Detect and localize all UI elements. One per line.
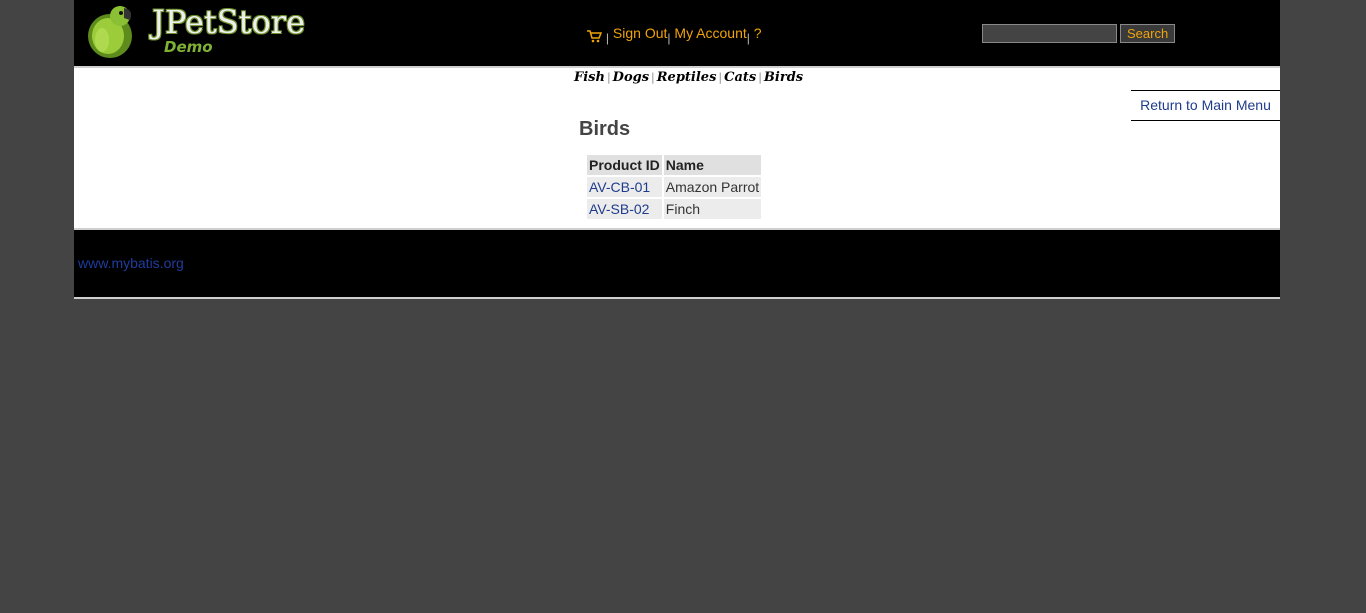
- product-id-cell: AV-SB-02: [587, 199, 662, 219]
- my-account-link[interactable]: My Account: [674, 25, 746, 41]
- account-menu: | Sign Out| My Account| ?: [586, 25, 762, 45]
- table-row: AV-CB-01 Amazon Parrot: [587, 177, 762, 197]
- main-content: Fish | Dogs | Reptiles | Cats | Birds Return to …: [74, 68, 1280, 228]
- page-container: JPetStore Demo | Sign Out| My Account| ?…: [74, 0, 1280, 299]
- quicklink-birds[interactable]: Birds: [764, 70, 803, 85]
- product-table: Product ID Name AV-CB-01 Amazon Parrot A…: [585, 153, 763, 221]
- column-header-product-id: Product ID: [587, 155, 662, 175]
- shopping-cart-icon[interactable]: [586, 29, 602, 43]
- category-title: Birds: [579, 118, 631, 140]
- quicklink-separator: |: [606, 71, 611, 84]
- product-name-cell: Amazon Parrot: [663, 177, 762, 197]
- product-name-cell: Finch: [663, 199, 762, 219]
- sign-out-link[interactable]: Sign Out: [613, 25, 667, 41]
- category-catalog: Birds Product ID Name AV-CB-01 Amazon Pa…: [579, 118, 763, 221]
- column-header-name: Name: [663, 155, 762, 175]
- brand-subtitle: Demo: [164, 38, 213, 56]
- product-id-link[interactable]: AV-CB-01: [589, 179, 650, 195]
- footer: www.mybatis.org: [74, 228, 1280, 299]
- help-link[interactable]: ?: [754, 25, 762, 41]
- product-id-cell: AV-CB-01: [587, 177, 662, 197]
- brand-name: JPetStore: [152, 3, 305, 41]
- search-button[interactable]: Search: [1120, 24, 1176, 43]
- product-id-link[interactable]: AV-SB-02: [589, 201, 649, 217]
- table-header-row: Product ID Name: [587, 155, 762, 175]
- quicklink-dogs[interactable]: Dogs: [613, 70, 649, 85]
- quick-links: Fish | Dogs | Reptiles | Cats | Birds: [574, 70, 803, 85]
- parrot-logo-icon: [88, 6, 132, 58]
- menu-separator: |: [746, 31, 750, 45]
- search-input[interactable]: [982, 24, 1117, 43]
- quicklink-fish[interactable]: Fish: [574, 70, 605, 85]
- quicklink-separator: |: [651, 71, 655, 84]
- header: JPetStore Demo | Sign Out| My Account| ?…: [74, 0, 1280, 68]
- quicklink-reptiles[interactable]: Reptiles: [657, 70, 717, 85]
- mybatis-link[interactable]: www.mybatis.org: [78, 255, 184, 271]
- return-to-main-menu-link[interactable]: Return to Main Menu: [1140, 97, 1271, 113]
- quicklink-separator: |: [758, 71, 762, 84]
- quicklink-cats[interactable]: Cats: [724, 70, 756, 85]
- back-link-box: Return to Main Menu: [1131, 90, 1280, 121]
- menu-separator: |: [667, 31, 671, 45]
- logo[interactable]: JPetStore Demo: [84, 2, 305, 60]
- menu-separator: |: [605, 31, 610, 45]
- quicklink-separator: |: [718, 71, 723, 84]
- search-form: Search: [982, 24, 1176, 43]
- table-row: AV-SB-02 Finch: [587, 199, 762, 219]
